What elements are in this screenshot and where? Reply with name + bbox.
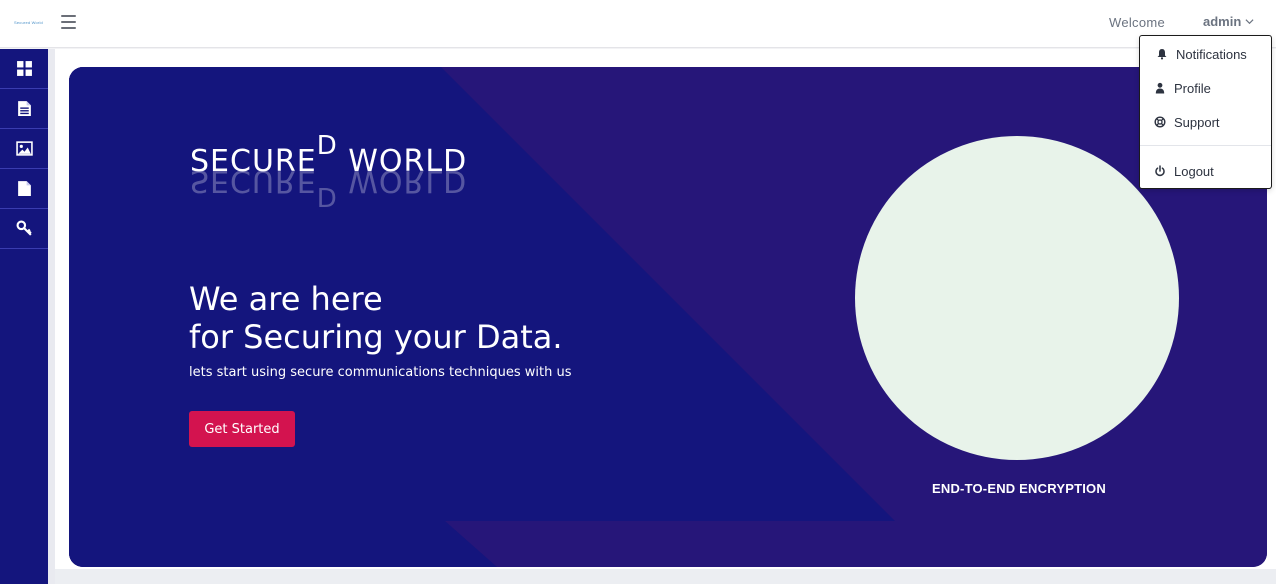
dropdown-divider <box>1140 145 1271 146</box>
hero-subtitle: lets start using secure communications t… <box>189 365 572 380</box>
get-started-button[interactable]: Get Started <box>189 411 295 447</box>
lifebuoy-icon <box>1154 116 1166 128</box>
encryption-caption: END-TO-END ENCRYPTION <box>932 481 1106 496</box>
key-icon <box>16 220 32 236</box>
welcome-label: Welcome <box>1109 15 1166 30</box>
sidebar-rail <box>48 49 55 584</box>
hero-headline-line-2: for Securing your Data. <box>189 318 563 356</box>
footer-strip <box>55 569 1276 584</box>
hero-banner: SECURED WORLD SECURED WORLD We are here … <box>69 67 1267 567</box>
user-icon <box>1155 82 1165 94</box>
document-text-icon <box>17 101 31 116</box>
image-icon <box>15 141 33 156</box>
app-logo[interactable]: Secured World <box>14 18 43 28</box>
sidebar-item-files[interactable] <box>0 169 48 209</box>
brand-title-reflection: SECURED WORLD <box>190 163 468 211</box>
user-dropdown-menu: Notifications Profile Support Logout <box>1139 35 1272 189</box>
hero-headline: We are here for Securing your Data. <box>189 280 563 356</box>
sidebar-item-keys[interactable] <box>0 209 48 249</box>
sidebar <box>0 49 55 584</box>
dropdown-label-logout: Logout <box>1174 163 1214 179</box>
dropdown-label-profile: Profile <box>1174 80 1211 96</box>
username-label: admin <box>1203 14 1242 29</box>
dropdown-label-notifications: Notifications <box>1176 46 1247 62</box>
hero-headline-line-1: We are here <box>189 280 383 318</box>
sidebar-item-documents[interactable] <box>0 89 48 129</box>
power-icon <box>1155 165 1165 177</box>
menu-toggle-icon[interactable] <box>61 15 77 29</box>
dropdown-item-support[interactable]: Support <box>1140 108 1271 136</box>
sidebar-item-dashboard[interactable] <box>0 49 48 89</box>
dropdown-label-support: Support <box>1174 114 1220 130</box>
dashboard-icon <box>16 61 32 76</box>
chevron-down-icon <box>1245 19 1254 25</box>
top-bar: Secured World Welcome admin <box>0 0 1276 48</box>
dropdown-item-logout[interactable]: Logout <box>1140 157 1271 185</box>
file-icon <box>17 181 31 196</box>
bell-icon <box>1157 49 1167 60</box>
dropdown-item-notifications[interactable]: Notifications <box>1140 40 1271 68</box>
app-logo-text: Secured World <box>14 20 43 25</box>
dropdown-item-profile[interactable]: Profile <box>1140 74 1271 102</box>
user-menu-toggle[interactable]: admin <box>1203 14 1254 29</box>
sidebar-item-images[interactable] <box>0 129 48 169</box>
hero-illustration-circle <box>855 136 1179 460</box>
brand-logo: SECURED WORLD SECURED WORLD <box>190 131 490 227</box>
